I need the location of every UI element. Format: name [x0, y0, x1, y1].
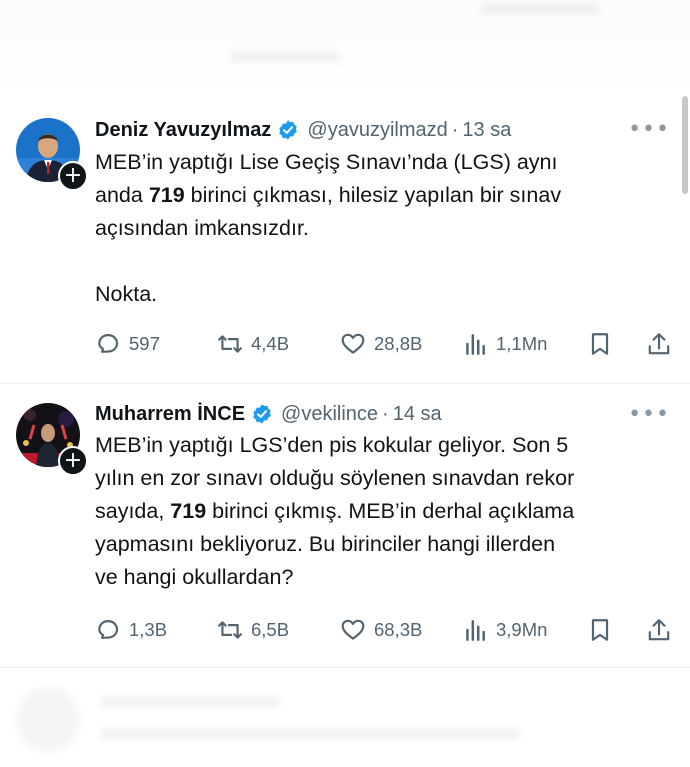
- heart-icon: [341, 333, 365, 354]
- separator-dot: ·: [382, 402, 389, 425]
- follow-plus-icon[interactable]: +: [58, 161, 88, 191]
- like-count: 28,8B: [374, 333, 423, 354]
- display-name[interactable]: Deniz Yavuzyılmaz: [95, 119, 271, 142]
- repost-count: 4,4B: [251, 333, 290, 354]
- action-bar: 597 4,4B 28,8B 1,1Mn: [95, 329, 675, 359]
- heart-icon: [341, 619, 365, 640]
- reply-count: 597: [129, 333, 160, 354]
- reply-button[interactable]: 597: [95, 329, 160, 359]
- bookmark-icon: [591, 619, 609, 641]
- verified-badge-icon: [251, 403, 273, 425]
- display-name[interactable]: Muharrem İNCE: [95, 403, 245, 426]
- repost-icon: [218, 335, 242, 353]
- bookmark-icon: [591, 333, 609, 355]
- text-part-bold: 719: [148, 183, 185, 207]
- views-icon: [466, 620, 485, 641]
- follow-plus-icon[interactable]: +: [58, 446, 88, 476]
- faded-next-content: [0, 668, 690, 767]
- tweet-text: MEB’in yaptığı LGS’den pis kokular geliy…: [95, 429, 675, 594]
- views-count: 1,1Mn: [496, 333, 548, 354]
- action-bar: 1,3B 6,5B 68,3B 3,9Mn: [95, 615, 675, 645]
- scrollbar[interactable]: [682, 96, 688, 194]
- more-icon[interactable]: •••: [628, 402, 670, 427]
- divider: [0, 383, 690, 384]
- more-icon[interactable]: •••: [628, 117, 670, 142]
- tweet-header: Deniz Yavuzyılmaz @yavuzyilmazd · 13 sa: [95, 116, 511, 144]
- share-icon: [648, 333, 670, 355]
- share-icon: [648, 619, 670, 641]
- bookmark-button[interactable]: [586, 615, 614, 645]
- timestamp[interactable]: 14 sa: [393, 403, 442, 426]
- repost-count: 6,5B: [251, 619, 290, 640]
- like-count: 68,3B: [374, 619, 423, 640]
- reply-count: 1,3B: [129, 619, 168, 640]
- like-button[interactable]: 28,8B: [340, 329, 422, 359]
- views-button[interactable]: 1,1Mn: [462, 329, 547, 359]
- separator-dot: ·: [451, 118, 459, 141]
- tweet-text: MEB’in yaptığı Lise Geçiş Sınavı’nda (LG…: [95, 146, 675, 311]
- reply-button[interactable]: 1,3B: [95, 615, 167, 645]
- repost-button[interactable]: 4,4B: [217, 329, 289, 359]
- text-part-bold: 719: [170, 499, 207, 523]
- views-button[interactable]: 3,9Mn: [462, 615, 547, 645]
- like-button[interactable]: 68,3B: [340, 615, 422, 645]
- bookmark-button[interactable]: [586, 329, 614, 359]
- share-button[interactable]: [645, 329, 673, 359]
- reply-icon: [98, 620, 119, 639]
- verified-badge-icon: [277, 119, 299, 141]
- share-button[interactable]: [645, 615, 673, 645]
- reply-icon: [98, 334, 119, 353]
- views-icon: [466, 334, 485, 355]
- ghost-avatar: [16, 688, 80, 752]
- repost-button[interactable]: 6,5B: [217, 615, 289, 645]
- handle[interactable]: @yavuzyilmazd: [307, 119, 447, 142]
- handle[interactable]: @vekilince: [281, 403, 378, 426]
- views-count: 3,9Mn: [496, 619, 548, 640]
- tweet-header: Muharrem İNCE @vekilince · 14 sa: [95, 400, 442, 428]
- faded-previous-content: [0, 0, 690, 100]
- repost-icon: [218, 621, 242, 639]
- timestamp[interactable]: 13 sa: [462, 119, 511, 142]
